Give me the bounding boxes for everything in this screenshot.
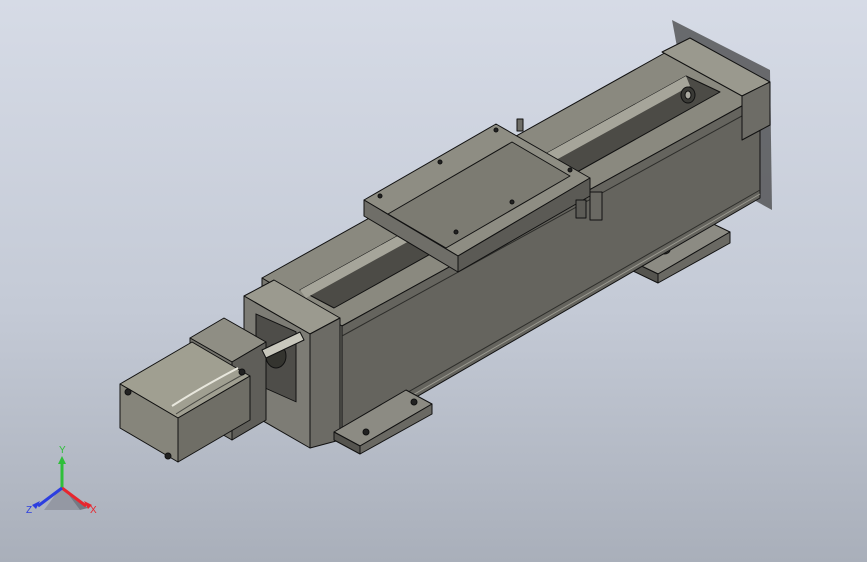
- axis-label-z: Z: [26, 505, 33, 516]
- axis-label-x: X: [90, 505, 97, 516]
- 3d-model-viewport[interactable]: Y X Z: [0, 0, 867, 562]
- triad-graphic: [32, 456, 92, 510]
- linear-actuator-model[interactable]: [0, 0, 867, 562]
- coordinate-triad: Y X Z: [22, 445, 112, 528]
- axis-label-y: Y: [59, 445, 66, 456]
